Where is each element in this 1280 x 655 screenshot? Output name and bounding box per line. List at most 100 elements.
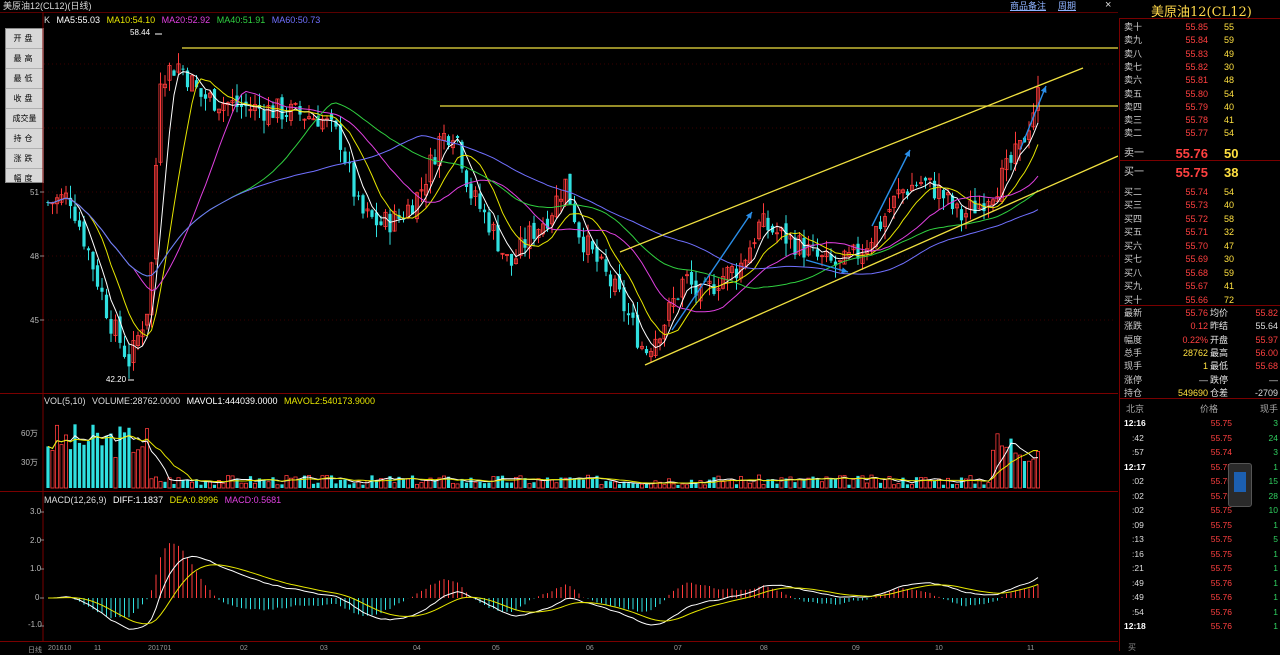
stat-label-2: 最高 — [1210, 347, 1229, 358]
volume-bar — [122, 432, 127, 488]
volume-bar — [343, 479, 347, 488]
volume-bar — [703, 484, 708, 489]
bid-1-row[interactable]: 买一 55.75 38 — [1122, 166, 1278, 179]
ask-10-row[interactable]: 卖十 55.85 55 — [1122, 21, 1278, 34]
volume-bar — [149, 478, 154, 489]
volume-bar — [829, 478, 833, 488]
tick-row: :49 55.76 1 — [1122, 590, 1278, 605]
stat-value-2: 55.64 — [1255, 321, 1278, 332]
candle-body — [478, 193, 482, 209]
stat-value: 1 — [1202, 361, 1208, 372]
volume-bar — [140, 446, 145, 489]
ask-8-row[interactable]: 卖八 55.83 49 — [1122, 48, 1278, 61]
volume-bar — [401, 479, 406, 488]
volume-bar — [986, 482, 991, 489]
volume-bar — [405, 478, 410, 489]
candle-body — [914, 184, 919, 186]
volume-bar — [874, 477, 879, 489]
ask-2-label: 卖二 — [1124, 128, 1143, 139]
candle-body — [356, 195, 361, 197]
volume-bar — [473, 481, 478, 489]
stat-value: — — [1199, 374, 1208, 385]
ask-6-row[interactable]: 卖六 55.81 48 — [1122, 74, 1278, 87]
tick-volume: 3 — [1273, 418, 1278, 428]
bid-2-row[interactable]: 买二 55.74 54 — [1122, 186, 1278, 199]
tick-volume: 1 — [1273, 548, 1278, 559]
bid-8-row[interactable]: 买八 55.68 59 — [1122, 267, 1278, 280]
volume-bar — [748, 482, 753, 489]
candle-body — [343, 151, 347, 164]
volume-bar — [869, 474, 874, 489]
volume-bar — [324, 475, 329, 489]
stat-label: 最新 — [1124, 308, 1143, 318]
volume-bar — [275, 484, 280, 489]
stat-label: 现手 — [1124, 361, 1143, 372]
ask-1-row[interactable]: 卖一 55.76 50 — [1122, 147, 1278, 160]
volume-bar — [496, 476, 500, 488]
bid-9-row[interactable]: 买九 55.67 41 — [1122, 280, 1278, 293]
ask-8-price: 55.83 — [1185, 48, 1208, 59]
candle-body — [581, 236, 586, 253]
volume-bar — [581, 479, 586, 488]
ask-7-price: 55.82 — [1185, 61, 1208, 72]
volume-bar — [163, 481, 167, 488]
ask-7-row[interactable]: 卖七 55.82 30 — [1122, 61, 1278, 74]
candle-body — [1009, 155, 1013, 163]
volume-bar — [135, 449, 140, 489]
tick-row: :02 55.75 15 — [1122, 474, 1278, 489]
volume-bar — [527, 483, 532, 489]
ask-9-row[interactable]: 卖九 55.84 59 — [1122, 34, 1278, 47]
tick-row: 12:16 55.75 3 — [1122, 416, 1278, 431]
bid-6-row[interactable]: 买六 55.70 47 — [1122, 240, 1278, 253]
bid-3-row[interactable]: 买三 55.73 40 — [1122, 199, 1278, 212]
candle-body — [959, 209, 964, 221]
tick-price: 55.76 — [1210, 592, 1232, 602]
ask-5-row[interactable]: 卖五 55.80 54 — [1122, 88, 1278, 101]
volume-bar — [298, 479, 302, 488]
ask-2-row[interactable]: 卖二 55.77 54 — [1122, 127, 1278, 140]
tick-volume: 1 — [1273, 592, 1278, 602]
candle-body — [91, 251, 95, 270]
tick-row: :13 55.75 5 — [1122, 532, 1278, 547]
bid-7-row[interactable]: 买七 55.69 30 — [1122, 253, 1278, 266]
mobile-icon[interactable] — [1228, 463, 1252, 507]
stats-row: 总手 28762 最高 56.00 — [1122, 347, 1278, 360]
candle-body — [284, 115, 289, 117]
volume-bar — [518, 475, 523, 489]
candle-body — [509, 253, 514, 266]
ticks-header-vol: 现手 — [1260, 404, 1279, 414]
ask-6-label: 卖六 — [1124, 75, 1143, 86]
ask-4-row[interactable]: 卖四 55.79 40 — [1122, 101, 1278, 114]
volume-bar — [878, 482, 883, 488]
volume-bar — [91, 424, 95, 488]
candle-body — [262, 110, 266, 121]
candle-body — [631, 312, 635, 318]
volume-bar — [599, 484, 604, 489]
ask-3-row[interactable]: 卖三 55.78 41 — [1122, 114, 1278, 127]
candle-body — [608, 274, 613, 287]
bid-5-row[interactable]: 买五 55.71 32 — [1122, 226, 1278, 239]
volume-bar — [725, 480, 730, 489]
stat-label-2: 跌停 — [1210, 374, 1229, 385]
bid-4-row[interactable]: 买四 55.72 58 — [1122, 213, 1278, 226]
tick-row: :09 55.75 1 — [1122, 518, 1278, 533]
candle-body — [689, 272, 694, 285]
volume-bar — [118, 426, 122, 488]
volume-bar — [734, 484, 739, 488]
volume-bar — [950, 484, 955, 488]
volume-bar — [1000, 445, 1005, 489]
volume-bar — [199, 484, 203, 488]
bid-3-price: 55.73 — [1185, 200, 1208, 210]
volume-bar — [482, 483, 487, 488]
candle-body — [644, 349, 649, 354]
ask-4-label: 卖四 — [1124, 101, 1143, 112]
volume-bar — [131, 451, 136, 489]
volume-bar — [113, 457, 118, 489]
bid-9-label: 买九 — [1124, 281, 1143, 291]
volume-bar — [185, 479, 190, 488]
stat-value: 55.76 — [1185, 308, 1208, 318]
ask-3-label: 卖三 — [1124, 115, 1143, 126]
price-chart[interactable] — [0, 0, 1118, 651]
volume-bar — [144, 428, 149, 489]
volume-bar — [478, 481, 482, 488]
